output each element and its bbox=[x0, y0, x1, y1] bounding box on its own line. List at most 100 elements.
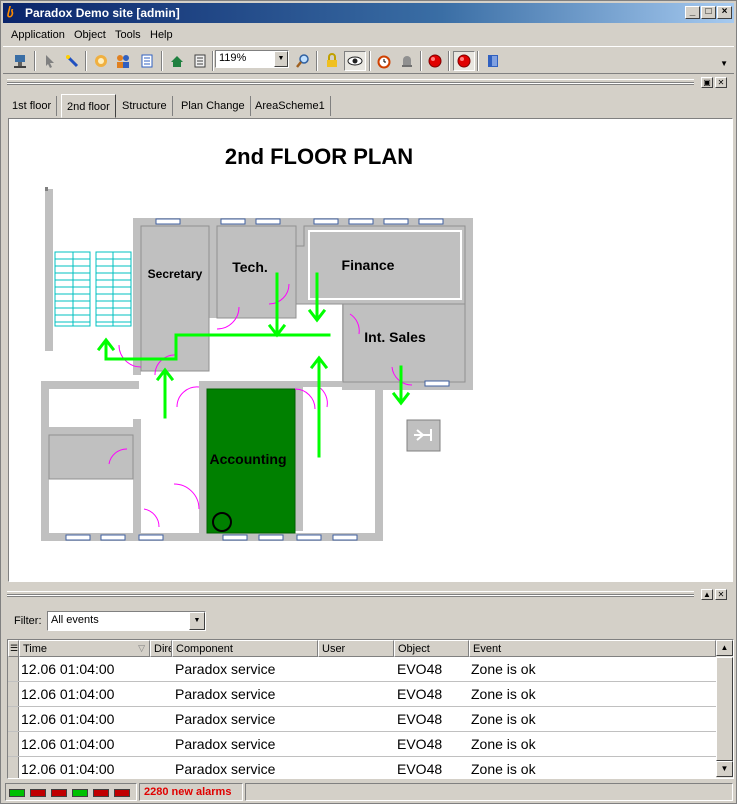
main-window: ს Paradox Demo site [admin] _ □ × Applic… bbox=[0, 0, 737, 804]
filter-label: Filter: bbox=[14, 615, 42, 627]
table-row[interactable]: 12.06 01:04:00 Paradox service EVO48 Zon… bbox=[8, 732, 716, 757]
cell-time: 12.06 01:04:00 bbox=[21, 761, 115, 777]
table-row[interactable]: 12.06 01:04:00 Paradox service EVO48 Zon… bbox=[8, 682, 716, 707]
tab-plan-change[interactable]: Plan Change bbox=[176, 96, 251, 116]
pointer-icon[interactable] bbox=[39, 51, 61, 71]
vertical-scrollbar[interactable]: ▲ ▼ bbox=[716, 640, 733, 778]
events-panel-splitter[interactable]: ▲ ✕ bbox=[3, 588, 734, 602]
chevron-down-icon[interactable]: ▼ bbox=[274, 51, 288, 67]
refresh-icon[interactable] bbox=[166, 51, 188, 71]
new-alarms-count: 2280 new alarms bbox=[144, 786, 232, 798]
tab-2nd-floor[interactable]: 2nd floor bbox=[61, 94, 116, 118]
toolbar-separator bbox=[85, 51, 87, 71]
wand-icon[interactable] bbox=[61, 51, 83, 71]
door-icon[interactable] bbox=[482, 51, 504, 71]
scroll-down-icon[interactable]: ▼ bbox=[716, 761, 733, 777]
cell-time: 12.06 01:04:00 bbox=[21, 661, 115, 677]
record-icon[interactable] bbox=[424, 51, 446, 71]
scroll-thumb[interactable] bbox=[716, 657, 733, 761]
room-south-west[interactable] bbox=[48, 434, 134, 480]
alarm-clock-icon[interactable] bbox=[373, 51, 395, 71]
panel-restore-icon[interactable]: ▲ bbox=[701, 589, 713, 600]
toolbar-overflow-icon[interactable]: ▼ bbox=[720, 59, 728, 68]
cell-time: 12.06 01:04:00 bbox=[21, 686, 115, 702]
filter-select[interactable]: All events ▼ bbox=[47, 611, 206, 631]
title-bar[interactable]: ს Paradox Demo site [admin] _ □ × bbox=[3, 3, 734, 23]
record-pressed-icon[interactable] bbox=[453, 51, 475, 71]
floor-plan-canvas[interactable]: 2nd FLOOR PLAN Secretary Tech. Finance I… bbox=[8, 118, 733, 582]
scroll-up-icon[interactable]: ▲ bbox=[716, 640, 733, 656]
cell-event: Zone is ok bbox=[471, 661, 536, 677]
panel-close-icon[interactable]: ✕ bbox=[715, 77, 727, 88]
status-led-icon bbox=[9, 789, 25, 797]
column-header-component[interactable]: Component bbox=[172, 640, 318, 657]
grid-header: ☰ Time ▽ Dire Component User Object Even… bbox=[8, 640, 716, 657]
menu-help[interactable]: Help bbox=[150, 29, 173, 41]
cell-component: Paradox service bbox=[175, 661, 276, 677]
bell-icon[interactable] bbox=[396, 51, 418, 71]
cell-component: Paradox service bbox=[175, 686, 276, 702]
close-button[interactable]: × bbox=[717, 6, 732, 19]
menu-object[interactable]: Object bbox=[74, 29, 106, 41]
menu-tools[interactable]: Tools bbox=[115, 29, 141, 41]
cell-object: EVO48 bbox=[397, 711, 443, 727]
maximize-button[interactable]: □ bbox=[701, 6, 716, 19]
status-led-icon bbox=[93, 789, 109, 797]
cell-event: Zone is ok bbox=[471, 736, 536, 752]
hand-icon[interactable] bbox=[90, 51, 112, 71]
column-header-user[interactable]: User bbox=[318, 640, 394, 657]
toolbar-separator bbox=[34, 51, 36, 71]
cell-component: Paradox service bbox=[175, 711, 276, 727]
users-icon[interactable] bbox=[112, 51, 134, 71]
panel-close-icon[interactable]: ✕ bbox=[715, 589, 727, 600]
table-row[interactable]: 12.06 01:04:00 Paradox service EVO48 Zon… bbox=[8, 657, 716, 682]
toolbar-separator bbox=[316, 51, 318, 71]
panel-restore-icon[interactable]: ▣ bbox=[701, 77, 713, 88]
tab-1st-floor[interactable]: 1st floor bbox=[7, 96, 58, 116]
status-led-icon bbox=[114, 789, 130, 797]
cell-object: EVO48 bbox=[397, 686, 443, 702]
label-secretary: Secretary bbox=[148, 267, 203, 281]
row-indicator[interactable] bbox=[8, 757, 19, 778]
plan-panel-splitter[interactable]: ▣ ✕ bbox=[3, 76, 734, 90]
plan-title: 2nd FLOOR PLAN bbox=[225, 144, 413, 169]
column-header-object[interactable]: Object bbox=[394, 640, 469, 657]
alarms-panel[interactable]: 2280 new alarms bbox=[139, 783, 243, 801]
column-chooser-icon[interactable]: ☰ bbox=[8, 640, 19, 657]
row-indicator[interactable] bbox=[8, 657, 19, 681]
column-header-direction[interactable]: Dire bbox=[150, 640, 172, 657]
magnifier-icon[interactable] bbox=[292, 51, 314, 71]
tab-areascheme1[interactable]: AreaScheme1 bbox=[250, 96, 331, 116]
floor-plan-svg: 2nd FLOOR PLAN Secretary Tech. Finance I… bbox=[41, 144, 473, 541]
row-indicator[interactable] bbox=[8, 682, 19, 706]
tab-structure[interactable]: Structure bbox=[117, 96, 173, 116]
list-icon[interactable] bbox=[136, 51, 158, 71]
label-finance: Finance bbox=[342, 257, 395, 273]
cell-object: EVO48 bbox=[397, 736, 443, 752]
column-header-event[interactable]: Event bbox=[469, 640, 716, 657]
label-int-sales: Int. Sales bbox=[364, 329, 426, 345]
row-indicator[interactable] bbox=[8, 707, 19, 731]
status-led-icon bbox=[51, 789, 67, 797]
column-header-time[interactable]: Time ▽ bbox=[19, 640, 150, 657]
paradox-app-icon: ს bbox=[6, 5, 13, 20]
minimize-button[interactable]: _ bbox=[685, 6, 700, 19]
events-grid[interactable]: ☰ Time ▽ Dire Component User Object Even… bbox=[7, 639, 734, 779]
zoom-select[interactable]: 119% ▼ bbox=[215, 50, 289, 68]
zoom-value: 119% bbox=[219, 52, 247, 64]
chevron-down-icon[interactable]: ▼ bbox=[189, 612, 205, 630]
label-tech: Tech. bbox=[232, 259, 268, 275]
notes-icon[interactable] bbox=[189, 51, 211, 71]
splitter-grip[interactable] bbox=[7, 591, 694, 597]
row-indicator[interactable] bbox=[8, 732, 19, 756]
table-row[interactable]: 12.06 01:04:00 Paradox service EVO48 Zon… bbox=[8, 757, 716, 778]
splitter-grip[interactable] bbox=[7, 79, 694, 85]
eye-icon[interactable] bbox=[344, 51, 366, 71]
table-row[interactable]: 12.06 01:04:00 Paradox service EVO48 Zon… bbox=[8, 707, 716, 732]
cell-time: 12.06 01:04:00 bbox=[21, 736, 115, 752]
menu-application[interactable]: Application bbox=[11, 29, 65, 41]
exit-sign-icon[interactable] bbox=[406, 419, 441, 452]
cell-object: EVO48 bbox=[397, 761, 443, 777]
connect-icon[interactable] bbox=[9, 51, 31, 71]
lock-icon[interactable] bbox=[321, 51, 343, 71]
